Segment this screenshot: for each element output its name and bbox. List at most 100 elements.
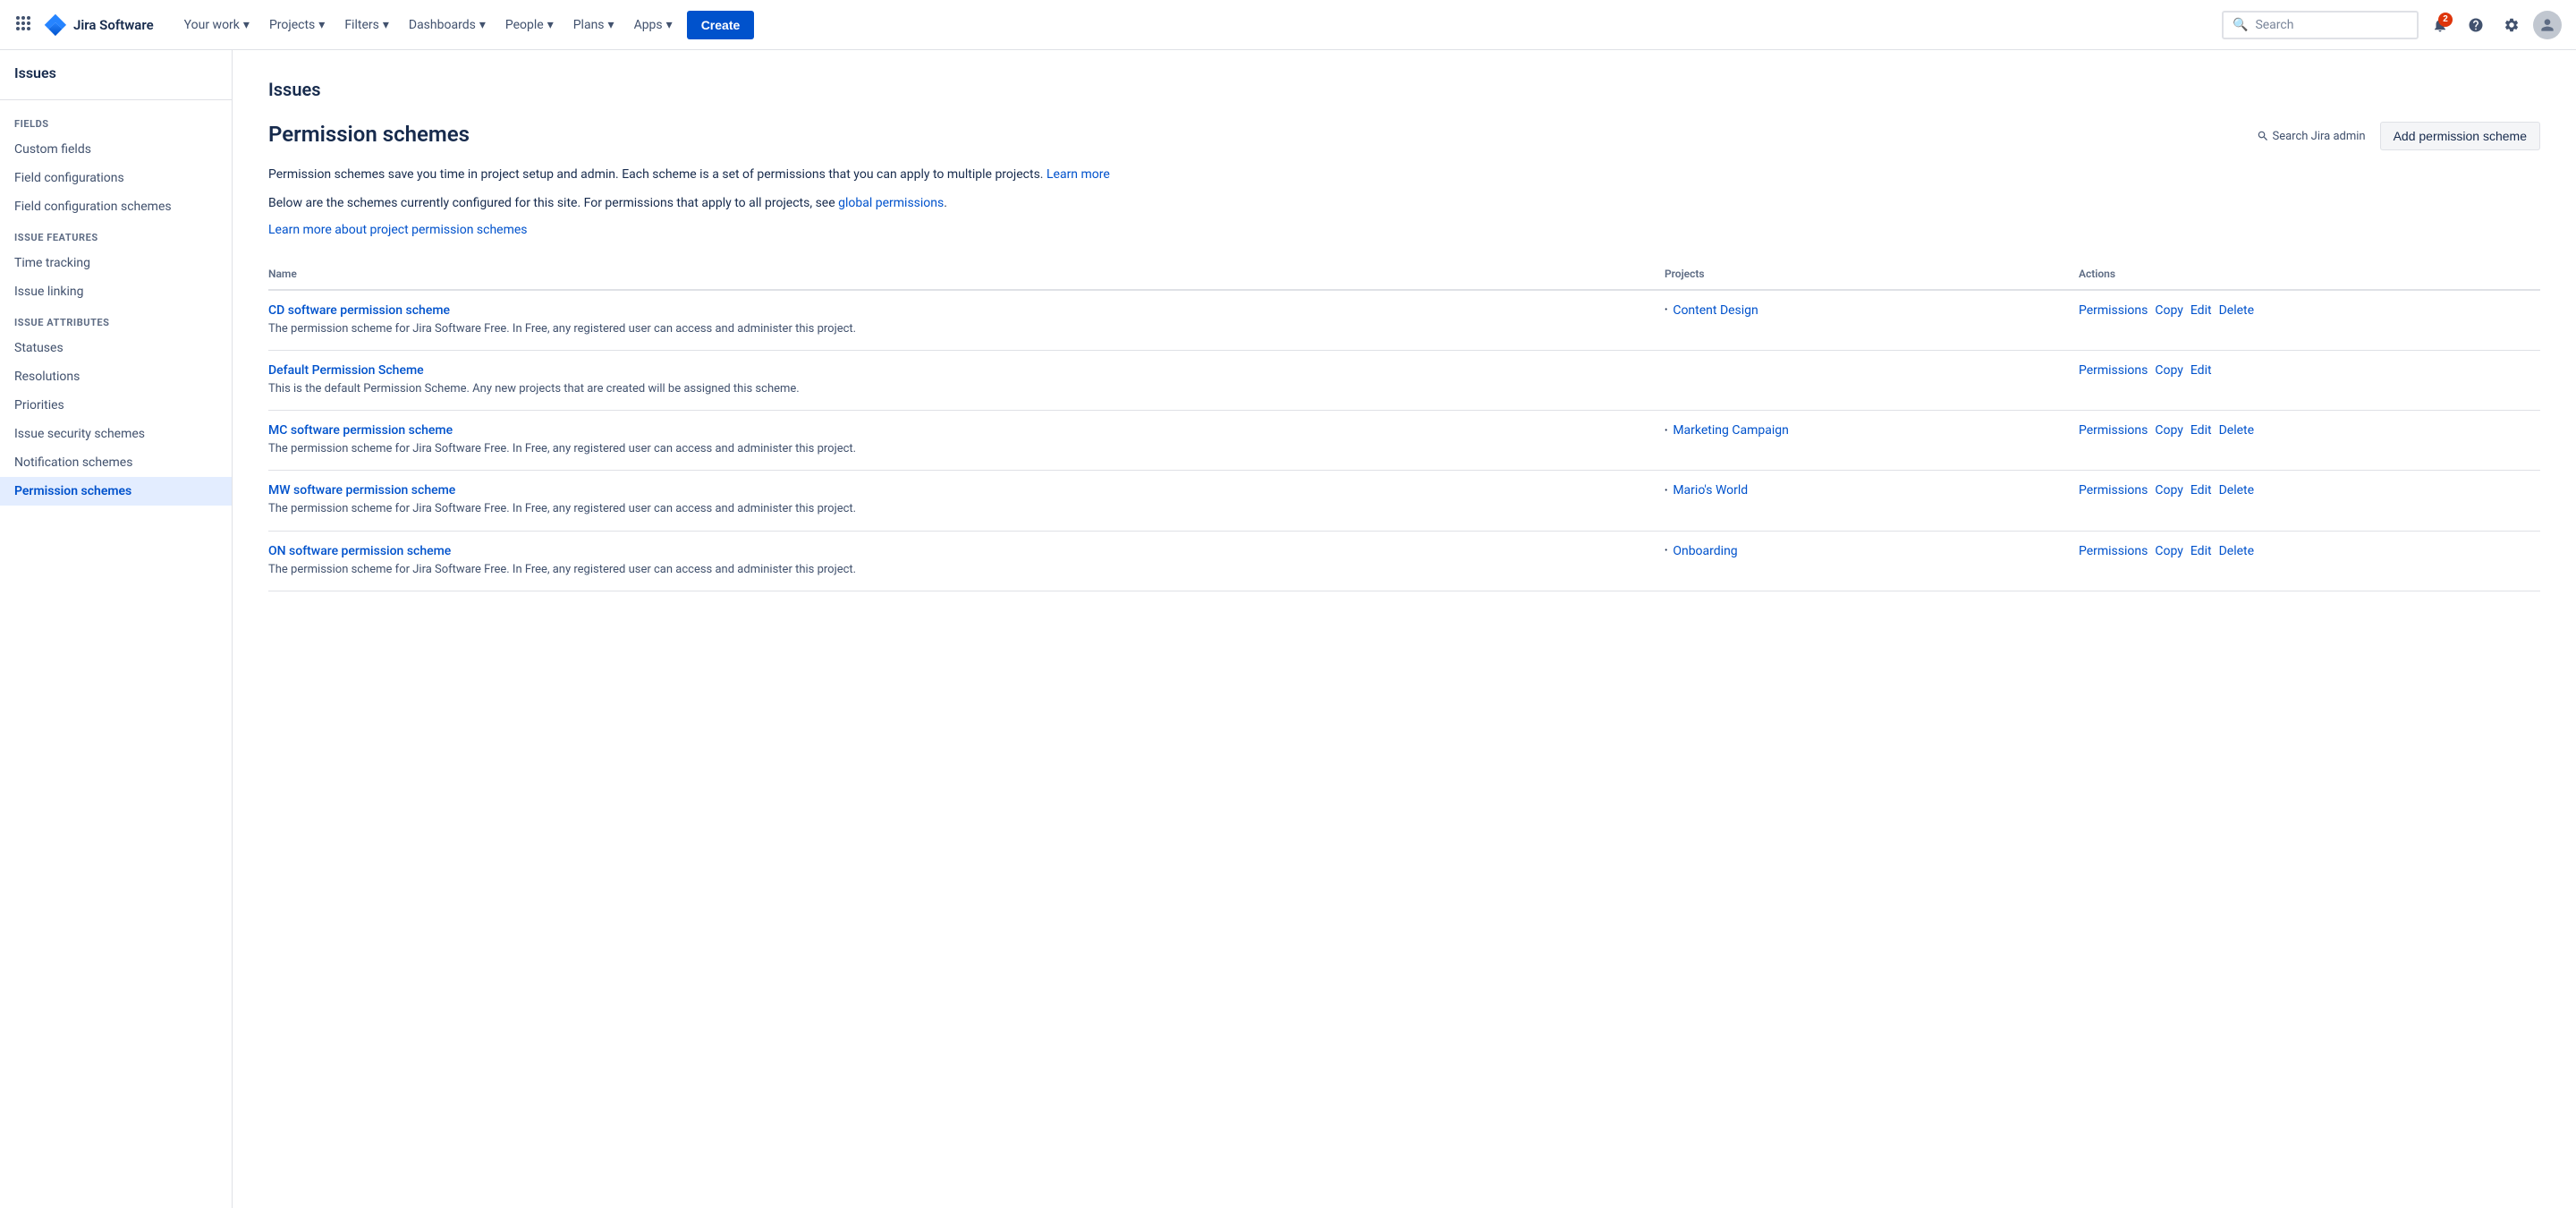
sidebar-item-field-config-schemes[interactable]: Field configuration schemes: [0, 192, 232, 221]
topnav-nav: Your work ▾ Projects ▾ Filters ▾ Dashboa…: [175, 11, 2222, 39]
scheme-projects: [1654, 350, 2068, 410]
sidebar-title: Issues: [0, 64, 232, 92]
scheme-name-link[interactable]: Default Permission Scheme: [268, 363, 424, 378]
project-link[interactable]: Onboarding: [1673, 544, 1737, 558]
global-permissions-link[interactable]: global permissions: [838, 196, 944, 210]
sidebar-item-time-tracking[interactable]: Time tracking: [0, 249, 232, 277]
sidebar-section-fields: FIELDS: [0, 107, 232, 135]
scheme-projects: • Onboarding: [1654, 531, 2068, 591]
jira-logo[interactable]: Jira Software: [43, 13, 154, 38]
action-permissions-link[interactable]: Permissions: [2079, 303, 2148, 318]
add-permission-scheme-button[interactable]: Add permission scheme: [2380, 122, 2540, 150]
action-copy-link[interactable]: Copy: [2155, 363, 2183, 378]
sidebar-item-priorities[interactable]: Priorities: [0, 391, 232, 420]
notifications-button[interactable]: 2: [2426, 11, 2454, 39]
col-actions: Actions: [2068, 259, 2540, 290]
action-delete-link[interactable]: Delete: [2219, 483, 2254, 498]
scheme-actions: Permissions Copy Edit Delete: [2068, 290, 2540, 351]
project-link[interactable]: Marketing Campaign: [1673, 423, 1789, 438]
scheme-name-link[interactable]: CD software permission scheme: [268, 303, 450, 318]
project-bullet: •: [1665, 486, 1667, 496]
search-jira-admin-link[interactable]: Search Jira admin: [2257, 130, 2366, 143]
scheme-name-link[interactable]: MC software permission scheme: [268, 423, 453, 438]
settings-button[interactable]: [2497, 11, 2526, 39]
sidebar-item-field-configurations[interactable]: Field configurations: [0, 164, 232, 192]
create-button[interactable]: Create: [687, 11, 755, 39]
action-delete-link[interactable]: Delete: [2219, 544, 2254, 558]
sidebar-item-resolutions[interactable]: Resolutions: [0, 362, 232, 391]
nav-people[interactable]: People ▾: [496, 11, 563, 39]
action-permissions-link[interactable]: Permissions: [2079, 423, 2148, 438]
col-projects: Projects: [1654, 259, 2068, 290]
scheme-actions: Permissions Copy Edit Delete: [2068, 471, 2540, 531]
action-copy-link[interactable]: Copy: [2155, 483, 2183, 498]
sidebar-item-issue-security-schemes[interactable]: Issue security schemes: [0, 420, 232, 448]
scheme-name-link[interactable]: ON software permission scheme: [268, 544, 451, 558]
action-delete-link[interactable]: Delete: [2219, 423, 2254, 438]
content-header: Permission schemes Search Jira admin Add…: [268, 122, 2540, 150]
action-permissions-link[interactable]: Permissions: [2079, 544, 2148, 558]
table-row: MC software permission schemeThe permiss…: [268, 411, 2540, 471]
notifications-badge: 2: [2438, 13, 2453, 27]
nav-your-work[interactable]: Your work ▾: [175, 11, 258, 39]
action-delete-link[interactable]: Delete: [2219, 303, 2254, 318]
nav-dashboards[interactable]: Dashboards ▾: [400, 11, 495, 39]
section-title: Permission schemes: [268, 122, 470, 147]
table-row: ON software permission schemeThe permiss…: [268, 531, 2540, 591]
search-bar[interactable]: 🔍 Search: [2222, 11, 2419, 39]
project-link[interactable]: Content Design: [1673, 303, 1758, 318]
project-item: • Onboarding: [1665, 544, 2057, 558]
sidebar-section-issue-features: ISSUE FEATURES: [0, 221, 232, 249]
help-button[interactable]: [2462, 11, 2490, 39]
sidebar-divider: [0, 99, 232, 100]
nav-apps[interactable]: Apps ▾: [625, 11, 682, 39]
action-edit-link[interactable]: Edit: [2190, 483, 2212, 498]
chevron-down-icon: ▾: [479, 18, 486, 32]
project-item: • Mario's World: [1665, 483, 2057, 498]
action-edit-link[interactable]: Edit: [2190, 303, 2212, 318]
action-copy-link[interactable]: Copy: [2155, 303, 2183, 318]
table-row: MW software permission scheme The permiss…: [268, 471, 2540, 531]
learn-more-inline-link[interactable]: Learn more: [1046, 167, 1110, 182]
action-permissions-link[interactable]: Permissions: [2079, 363, 2148, 378]
grid-icon[interactable]: [14, 14, 32, 36]
header-right: Search Jira admin Add permission scheme: [2257, 122, 2541, 150]
user-avatar[interactable]: [2533, 11, 2562, 39]
sidebar: Issues FIELDS Custom fields Field config…: [0, 50, 233, 1208]
scheme-projects: • Mario's World: [1654, 471, 2068, 531]
sidebar-item-notification-schemes[interactable]: Notification schemes: [0, 448, 232, 477]
nav-plans[interactable]: Plans ▾: [564, 11, 623, 39]
action-permissions-link[interactable]: Permissions: [2079, 483, 2148, 498]
chevron-down-icon: ▾: [383, 18, 389, 32]
project-link[interactable]: Mario's World: [1673, 483, 1748, 498]
action-edit-link[interactable]: Edit: [2190, 423, 2212, 438]
project-bullet: •: [1665, 546, 1667, 556]
sidebar-item-custom-fields[interactable]: Custom fields: [0, 135, 232, 164]
sidebar-item-issue-linking[interactable]: Issue linking: [0, 277, 232, 306]
action-copy-link[interactable]: Copy: [2155, 544, 2183, 558]
sidebar-item-permission-schemes[interactable]: Permission schemes: [0, 477, 232, 506]
table-row: CD software permission scheme The permiss…: [268, 290, 2540, 351]
main-content: Issues Permission schemes Search Jira ad…: [233, 50, 2576, 1208]
scheme-description: This is the default Permission Scheme. A…: [268, 381, 1643, 397]
nav-filters[interactable]: Filters ▾: [335, 11, 398, 39]
scheme-description: The permission scheme for Jira Software …: [268, 321, 1643, 337]
scheme-actions: Permissions Copy Edit: [2068, 350, 2540, 410]
action-copy-link[interactable]: Copy: [2155, 423, 2183, 438]
project-item: • Content Design: [1665, 303, 2057, 318]
scheme-description: The permission scheme for Jira Software …: [268, 501, 1643, 517]
action-edit-link[interactable]: Edit: [2190, 544, 2212, 558]
nav-projects[interactable]: Projects ▾: [260, 11, 334, 39]
chevron-down-icon: ▾: [318, 18, 325, 32]
sidebar-section-issue-attributes: ISSUE ATTRIBUTES: [0, 306, 232, 334]
scheme-name-link[interactable]: MW software permission scheme: [268, 483, 455, 498]
learn-more-project-link[interactable]: Learn more about project permission sche…: [268, 223, 528, 237]
sidebar-item-statuses[interactable]: Statuses: [0, 334, 232, 362]
topnav: Jira Software Your work ▾ Projects ▾ Fil…: [0, 0, 2576, 50]
action-edit-link[interactable]: Edit: [2190, 363, 2212, 378]
project-bullet: •: [1665, 426, 1667, 436]
description-line2: Below are the schemes currently configur…: [268, 193, 2540, 213]
logo-text: Jira Software: [73, 17, 154, 33]
scheme-projects: • Content Design: [1654, 290, 2068, 351]
project-bullet: •: [1665, 305, 1667, 315]
